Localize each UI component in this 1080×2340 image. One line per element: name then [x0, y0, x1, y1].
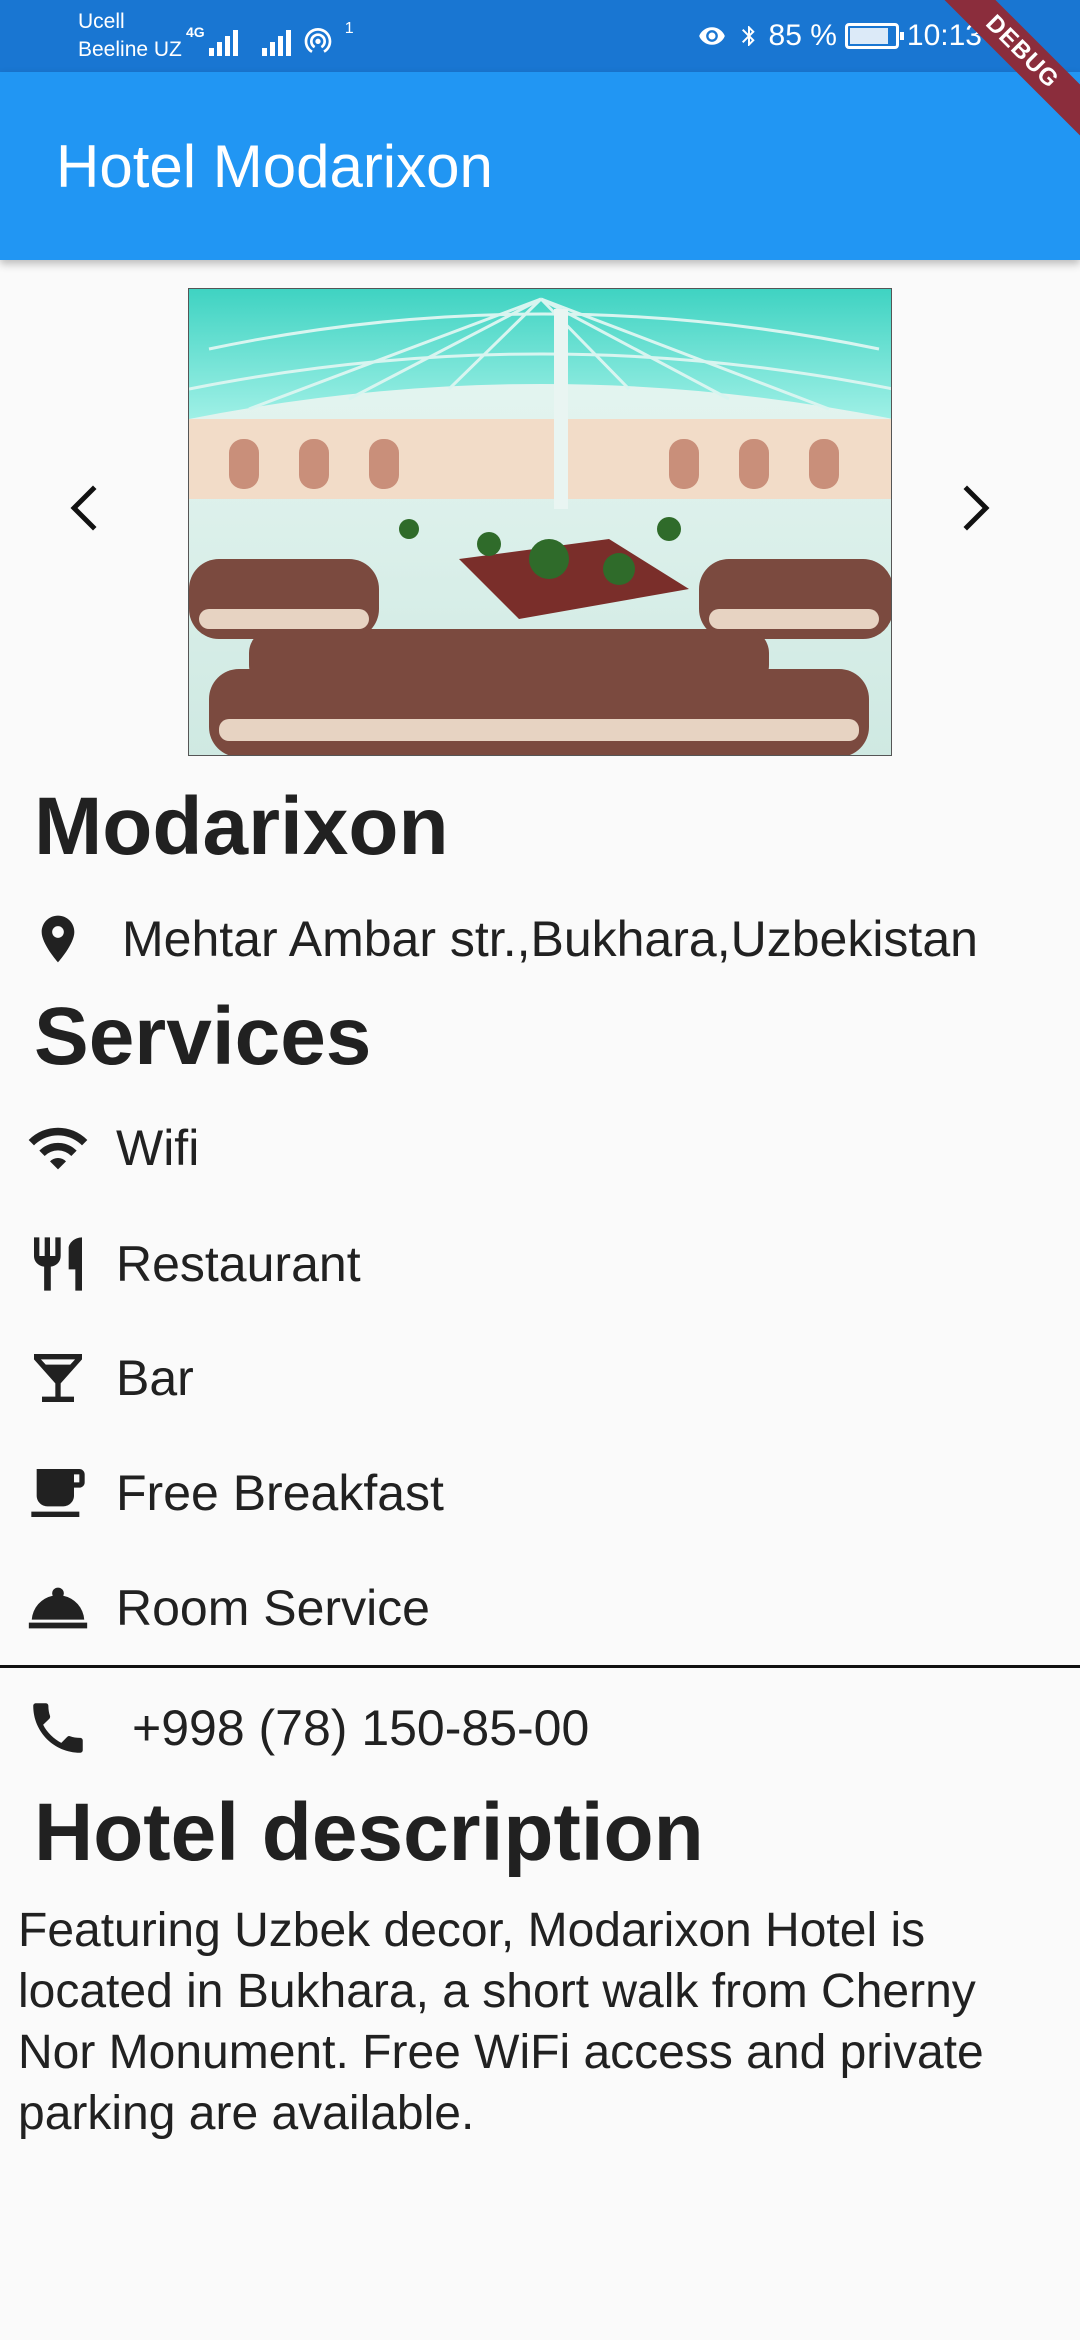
status-bar: Ucell Beeline UZ 4G 1 85 % 10:13 DEBUG — [0, 0, 1080, 143]
signal-group: 4G 1 — [186, 16, 354, 56]
service-item-wifi: Wifi — [20, 1110, 199, 1186]
phone-row[interactable]: +998 (78) 150-85-00 — [20, 1690, 589, 1766]
chevron-right-icon — [963, 485, 990, 531]
battery-percent: 85 % — [768, 19, 837, 52]
hotel-name: Modarixon — [34, 781, 449, 872]
hotel-address: Mehtar Ambar str.,Bukhara,Uzbekistan — [122, 911, 978, 967]
next-photo-button[interactable] — [922, 458, 1022, 558]
location-pin-icon — [41, 915, 75, 963]
app-bar-title: Hotel Modarixon — [56, 133, 493, 200]
app-bar: Hotel Modarixon — [0, 72, 1080, 260]
description-heading: Hotel description — [34, 1787, 704, 1878]
signal-icon — [208, 26, 238, 56]
chevron-left-icon — [70, 485, 97, 531]
signal-icon-2 — [261, 26, 291, 56]
carrier-info: Ucell Beeline UZ — [78, 8, 182, 64]
services-heading: Services — [34, 991, 372, 1082]
network-type: 4G — [186, 24, 205, 40]
service-item-room-service: Room Service — [20, 1570, 430, 1646]
previous-photo-button[interactable] — [38, 458, 138, 558]
hotel-photo — [188, 288, 892, 756]
phone-number[interactable]: +998 (78) 150-85-00 — [132, 1699, 589, 1757]
carrier-2: Beeline UZ — [78, 38, 182, 61]
service-label: Free Breakfast — [116, 1465, 444, 1521]
service-item-bar: Bar — [20, 1340, 194, 1416]
service-label: Room Service — [116, 1580, 430, 1636]
service-item-breakfast: Free Breakfast — [20, 1455, 444, 1531]
photo-carousel — [0, 288, 1080, 756]
restaurant-icon — [20, 1226, 96, 1302]
wifi-icon — [20, 1110, 96, 1186]
divider — [0, 1665, 1080, 1668]
hotspot-count: 1 — [344, 20, 354, 37]
bluetooth-icon — [741, 26, 755, 46]
service-label: Bar — [116, 1350, 194, 1406]
service-label: Wifi — [116, 1120, 200, 1176]
address-row: Mehtar Ambar str.,Bukhara,Uzbekistan — [30, 904, 978, 974]
battery-icon — [844, 23, 904, 49]
hotel-lobby-image — [189, 289, 891, 755]
bar-icon — [20, 1340, 96, 1416]
hotel-description: Featuring Uzbek decor, Modarixon Hotel i… — [18, 1904, 984, 2140]
eye-icon — [698, 27, 725, 45]
hotspot-icon — [304, 28, 332, 53]
carrier-1: Ucell — [78, 10, 125, 33]
status-right: 85 % 10:13 — [695, 14, 982, 58]
room-service-icon — [20, 1570, 96, 1646]
coffee-icon — [20, 1455, 96, 1531]
service-label: Restaurant — [116, 1236, 361, 1292]
service-item-restaurant: Restaurant — [20, 1226, 361, 1302]
phone-icon — [20, 1690, 96, 1766]
